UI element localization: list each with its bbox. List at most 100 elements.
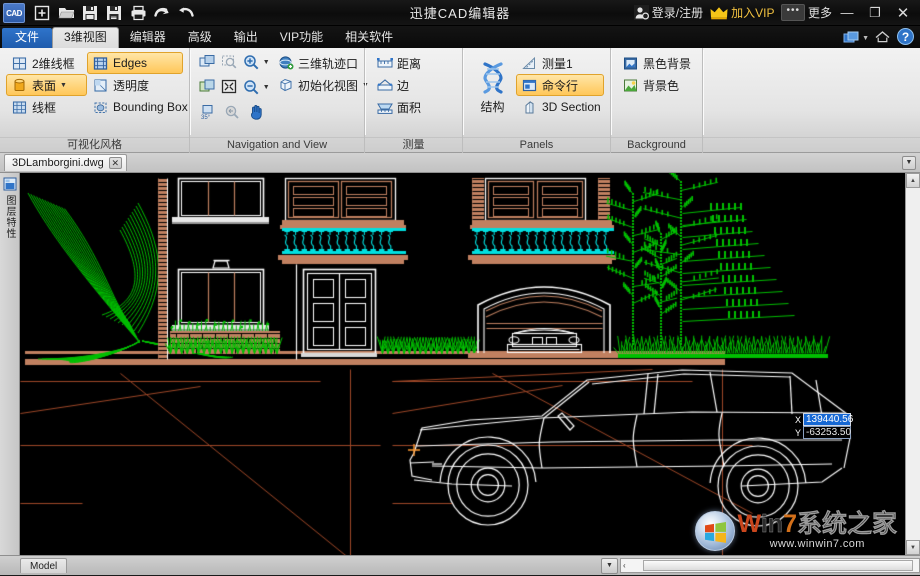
login-register-button[interactable]: 登录/注册 (634, 4, 703, 21)
zoom-window-icon[interactable] (218, 51, 240, 74)
ribbon-group-navigation-view: ▼ ▼ (190, 48, 365, 153)
new-file-button[interactable] (30, 2, 54, 24)
properties-panel-icon[interactable] (2, 176, 18, 192)
area-measure-icon (376, 99, 393, 116)
menu-tab-file[interactable]: 文件 (2, 28, 52, 48)
ribbon-group-title: Panels (463, 137, 610, 153)
menu-tab-advanced[interactable]: 高级 (177, 28, 223, 48)
zoom-extents-icon[interactable] (218, 76, 240, 99)
vertical-scrollbar[interactable]: ▲ ▼ (905, 173, 920, 555)
ribbon-item-command-line[interactable]: 命令行 (516, 74, 604, 96)
login-label: 登录/注册 (652, 4, 703, 21)
ribbon-item-3d-section[interactable]: 3D Section (516, 96, 604, 118)
transparency-icon (92, 77, 109, 94)
ribbon-item-measure-panel[interactable]: 测量1 (516, 52, 604, 74)
menu-tab-related-software[interactable]: 相关软件 (334, 28, 404, 48)
menu-tab-vip-features[interactable]: VIP功能 (269, 28, 334, 48)
zoom-previous-icon[interactable] (220, 101, 244, 124)
ribbon-label: 边 (397, 77, 409, 94)
menu-tab-output[interactable]: 输出 (223, 28, 269, 48)
left-dock-panel[interactable]: 图层特性 (0, 173, 20, 555)
ribbon-item-area[interactable]: 面积 (371, 96, 456, 118)
rotate-35-icon[interactable]: 35° (196, 101, 220, 124)
ribbon-item-wireframe-2d[interactable]: 2维线框 (6, 52, 87, 74)
scroll-left-arrow[interactable]: ‹ (623, 561, 626, 570)
menu-tab-editor[interactable]: 编辑器 (119, 28, 177, 48)
orbit-3d-icon (277, 55, 294, 72)
wireframe-icon (11, 99, 28, 116)
measure-panel-icon (521, 55, 538, 72)
pan-windows-icon[interactable] (196, 51, 218, 74)
ribbon-item-3d-orbit[interactable]: 三维轨迹口 (272, 52, 368, 74)
titlebar-right-controls: 登录/注册 加入VIP ••• 更多 — ❐ ✕ (627, 2, 920, 24)
ribbon-item-init-view[interactable]: 初始化视图 ▼ (272, 74, 368, 96)
tile-windows-icon[interactable] (196, 76, 218, 99)
layout-overflow-button[interactable]: ▼ (601, 558, 618, 574)
ribbon-item-transparency[interactable]: 透明度 (87, 74, 183, 96)
save-file-button[interactable] (78, 2, 102, 24)
ribbon-group-title: 可视化风格 (0, 137, 189, 153)
home-button[interactable] (875, 30, 890, 46)
more-label: 更多 (808, 4, 832, 21)
cad-drawing-canvas[interactable]: X 139440.56 Y -63253.50 (20, 173, 905, 555)
maximize-button[interactable]: ❐ (862, 2, 888, 24)
ribbon-label: 距离 (397, 55, 421, 72)
ribbon-label: 2维线框 (32, 55, 75, 72)
ribbon-empty-title (703, 137, 920, 153)
chevron-down-icon[interactable]: ▼ (263, 84, 272, 91)
ribbon-item-black-background[interactable]: 黑色背景 (617, 52, 696, 74)
document-tab-bar: 3DLamborgini.dwg ✕ ▼ (0, 153, 920, 173)
help-button[interactable]: ? (897, 28, 914, 48)
minimize-button[interactable]: — (834, 2, 860, 24)
more-menu-button[interactable]: ••• 更多 (781, 4, 832, 21)
coordinate-y-value[interactable]: -63253.50 (803, 426, 851, 439)
model-tab[interactable]: Model (20, 558, 67, 573)
ribbon-label: 背景色 (643, 77, 679, 94)
ribbon-item-bounding-box[interactable]: Bounding Box (87, 96, 183, 118)
chevron-down-icon[interactable]: ▼ (862, 35, 869, 42)
hand-pan-icon[interactable] (244, 101, 268, 124)
ribbon-item-edges[interactable]: Edges (87, 52, 183, 74)
document-tab-overflow-button[interactable]: ▼ (902, 156, 916, 170)
screen-mode-button[interactable]: ▼ (843, 31, 869, 46)
vertical-scroll-track[interactable] (906, 188, 920, 540)
user-account-icon (634, 5, 649, 20)
ribbon-item-edge[interactable]: 边 (371, 74, 456, 96)
ribbon-label: 面积 (397, 99, 421, 116)
save-as-button[interactable] (102, 2, 126, 24)
ribbon-item-background-color[interactable]: 背景色 (617, 74, 696, 96)
ribbon-item-structure[interactable]: 结构 (469, 52, 516, 118)
ribbon-item-distance[interactable]: 距离 (371, 52, 456, 74)
scroll-down-button[interactable]: ▼ (906, 540, 920, 555)
horizontal-scrollbar[interactable]: ‹ (620, 558, 920, 573)
coordinate-x-value[interactable]: 139440.56 (803, 413, 851, 426)
document-tab[interactable]: 3DLamborgini.dwg ✕ (4, 154, 127, 171)
ribbon-item-wireframe[interactable]: 线框 (6, 96, 87, 118)
background-color-icon (622, 77, 639, 94)
ribbon-group-title: Navigation and View (190, 137, 364, 153)
ribbon-group-title: 测量 (365, 137, 462, 153)
coordinate-row-y: Y -63253.50 (793, 426, 851, 439)
home-icon (875, 30, 890, 43)
close-icon[interactable]: ✕ (109, 157, 122, 169)
ribbon-label: Bounding Box (113, 100, 188, 114)
undo-button[interactable] (150, 2, 174, 24)
ribbon-item-surface[interactable]: 表面 ▼ (6, 74, 87, 96)
menu-tab-3d-view[interactable]: 3维视图 (52, 27, 119, 48)
print-button[interactable] (126, 2, 150, 24)
close-button[interactable]: ✕ (890, 2, 916, 24)
scroll-up-button[interactable]: ▲ (906, 173, 920, 188)
open-file-button[interactable] (54, 2, 78, 24)
chevron-down-icon[interactable]: ▼ (263, 59, 272, 66)
join-vip-button[interactable]: 加入VIP (710, 4, 774, 21)
cad-canvas-surface[interactable] (20, 173, 885, 555)
zoom-in-icon[interactable] (241, 51, 263, 74)
chevron-down-icon[interactable]: ▼ (60, 82, 67, 89)
ribbon-label: 线框 (32, 99, 56, 116)
redo-button[interactable] (174, 2, 198, 24)
zoom-out-icon[interactable] (241, 76, 263, 99)
ribbon-label: 初始化视图 (298, 77, 358, 94)
coordinate-y-label: Y (793, 428, 803, 438)
distance-icon (376, 55, 393, 72)
horizontal-scroll-thumb[interactable] (643, 560, 913, 571)
